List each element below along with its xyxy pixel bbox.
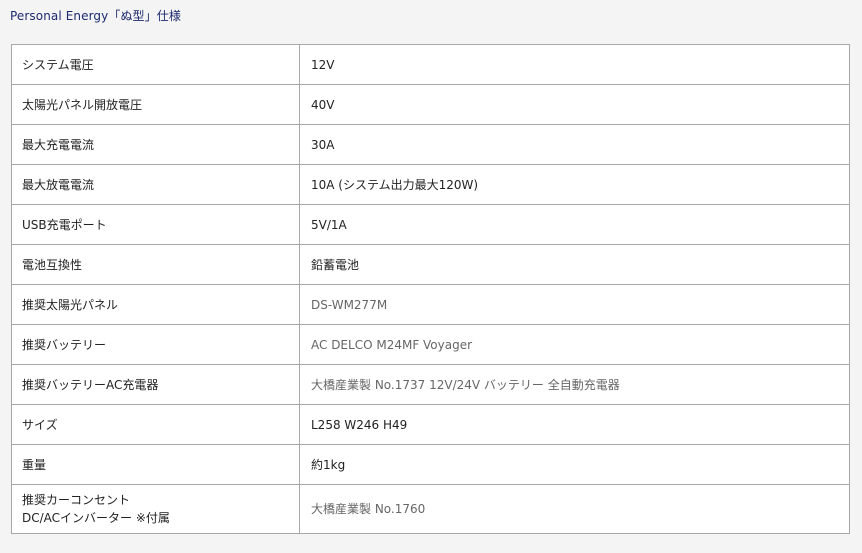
spec-row-system-voltage: システム電圧 12V [11,44,850,85]
spec-row-recommended-charger: 推奨バッテリーAC充電器 大橋産業製 No.1737 12V/24V バッテリー… [11,364,850,405]
page-title: Personal Energy「ぬ型」仕様 [10,9,181,23]
spec-value: 大橋産業製 No.1737 12V/24V バッテリー 全自動充電器 [299,364,850,405]
spec-label-line: DC/ACインバーター ※付属 [22,511,170,525]
spec-value: AC DELCO M24MF Voyager [299,324,850,365]
spec-label: USB充電ポート [11,204,300,245]
spec-row-battery-compatibility: 電池互換性 鉛蓄電池 [11,244,850,285]
spec-value: 30A [299,124,850,165]
spec-row-usb-port: USB充電ポート 5V/1A [11,204,850,245]
spec-row-size: サイズ L258 W246 H49 [11,404,850,445]
spec-row-max-discharge-current: 最大放電電流 10A (システム出力最大120W) [11,164,850,205]
spec-row-recommended-battery: 推奨バッテリー AC DELCO M24MF Voyager [11,324,850,365]
spec-label: 推奨バッテリー [11,324,300,365]
spec-label: 電池互換性 [11,244,300,285]
spec-label: 最大放電電流 [11,164,300,205]
spec-row-recommended-panel: 推奨太陽光パネル DS-WM277M [11,284,850,325]
spec-value: 大橋産業製 No.1760 [299,484,850,534]
spec-value: 5V/1A [299,204,850,245]
spec-value: 12V [299,44,850,85]
spec-label: 推奨カーコンセント DC/ACインバーター ※付属 [11,484,300,534]
spec-value: 10A (システム出力最大120W) [299,164,850,205]
spec-label: システム電圧 [11,44,300,85]
spec-row-recommended-inverter: 推奨カーコンセント DC/ACインバーター ※付属 大橋産業製 No.1760 [11,484,850,534]
spec-value: DS-WM277M [299,284,850,325]
spec-row-weight: 重量 約1kg [11,444,850,485]
spec-label: 重量 [11,444,300,485]
spec-row-max-charge-current: 最大充電電流 30A [11,124,850,165]
spec-label-line: 推奨カーコンセント [22,493,131,507]
spec-value: L258 W246 H49 [299,404,850,445]
spec-value: 40V [299,84,850,125]
spec-label: サイズ [11,404,300,445]
spec-label: 最大充電電流 [11,124,300,165]
spec-label: 推奨バッテリーAC充電器 [11,364,300,405]
spec-value: 約1kg [299,444,850,485]
spec-value: 鉛蓄電池 [299,244,850,285]
spec-row-panel-open-voltage: 太陽光パネル開放電圧 40V [11,84,850,125]
spec-label: 推奨太陽光パネル [11,284,300,325]
spec-label: 太陽光パネル開放電圧 [11,84,300,125]
spec-table: システム電圧 12V 太陽光パネル開放電圧 40V 最大充電電流 30A 最大放… [11,44,850,534]
page: Personal Energy「ぬ型」仕様 システム電圧 12V 太陽光パネル開… [0,0,862,553]
